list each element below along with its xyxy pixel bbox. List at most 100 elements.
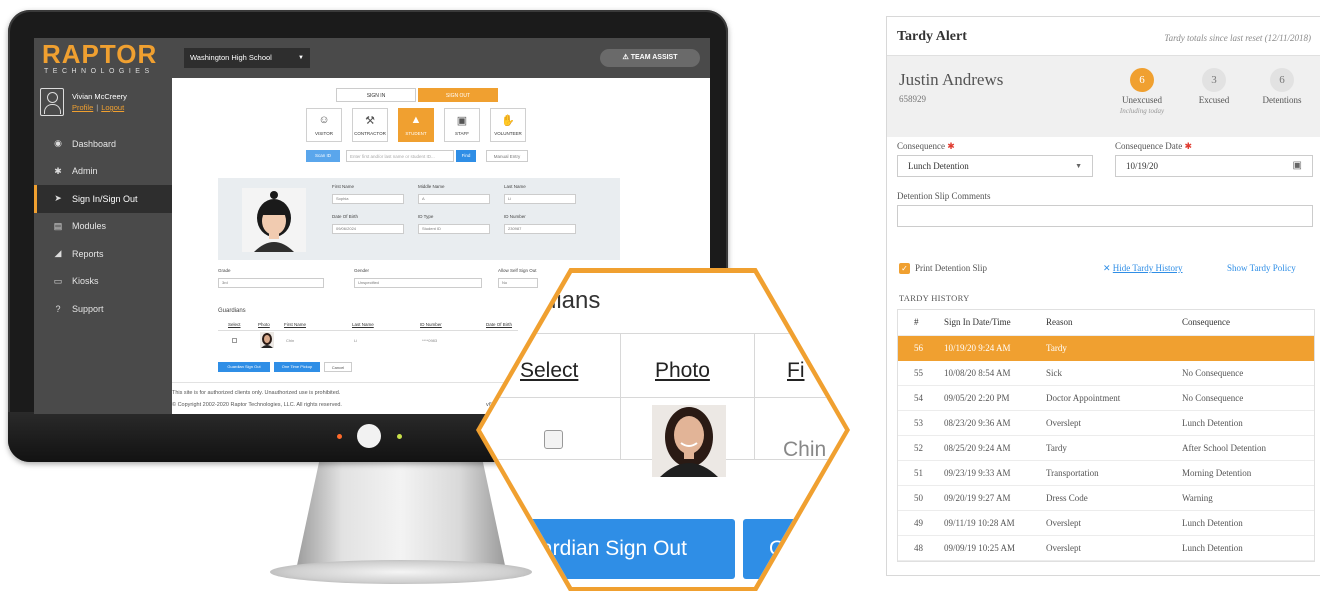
hand-icon: ✋ bbox=[501, 115, 515, 127]
contractor-type-button[interactable]: ⚒ CONTRACTOR bbox=[352, 108, 388, 142]
id-number-field[interactable]: 230987 bbox=[504, 224, 576, 234]
cell-consequence: No Consequence bbox=[1182, 368, 1244, 378]
scan-id-button[interactable]: Scan ID bbox=[306, 150, 340, 162]
cell-consequence: No Consequence bbox=[1182, 393, 1244, 403]
print-slip-checkbox[interactable]: ✓ bbox=[899, 263, 910, 274]
show-policy-link[interactable]: Show Tardy Policy bbox=[1227, 263, 1296, 273]
hide-history-link[interactable]: ✕ Hide Tardy History bbox=[1103, 263, 1183, 274]
sidebar-item-sign-in-sign-out[interactable]: ➤ Sign In/Sign Out bbox=[34, 185, 172, 213]
sidebar-item-support[interactable]: ? Support bbox=[34, 295, 172, 323]
zoom-one-time-pickup-button[interactable]: O bbox=[743, 519, 833, 579]
guardian-col-select[interactable]: Select bbox=[228, 322, 241, 327]
cell-number: 48 bbox=[914, 543, 923, 553]
id-type-field[interactable]: Student ID bbox=[418, 224, 490, 234]
grade-field[interactable]: 3rd bbox=[218, 278, 324, 288]
middle-name-label: Middle Name bbox=[418, 184, 445, 189]
comments-input[interactable] bbox=[897, 205, 1313, 227]
gender-select[interactable]: Unspecified bbox=[354, 278, 482, 288]
profile-link[interactable]: Profile bbox=[72, 103, 93, 112]
consequence-select[interactable]: Lunch Detention ▼ bbox=[897, 155, 1093, 177]
middle-name-field[interactable]: A bbox=[418, 194, 490, 204]
status-led-green bbox=[397, 434, 402, 439]
last-name-field[interactable]: Li bbox=[504, 194, 576, 204]
team-assist-button[interactable]: ⚠ TEAM ASSIST bbox=[600, 49, 700, 67]
chevron-down-icon: ▼ bbox=[1075, 162, 1082, 170]
guardian-col-first-name[interactable]: First Name bbox=[284, 322, 306, 327]
col-number: # bbox=[914, 317, 919, 327]
stat-unexcused-label: Unexcused bbox=[1122, 95, 1162, 105]
cell-number: 54 bbox=[914, 393, 923, 403]
guardian-col-last-name[interactable]: Last Name bbox=[352, 322, 374, 327]
table-row[interactable]: 54 09/05/20 2:20 PM Doctor Appointment No C… bbox=[898, 386, 1314, 411]
manual-entry-button[interactable]: Manual Entry bbox=[486, 150, 528, 162]
stat-detentions: 6 Detentions bbox=[1247, 68, 1317, 105]
cell-sign-in-time: 10/08/20 8:54 AM bbox=[944, 368, 1011, 378]
first-name-field[interactable]: Sophia bbox=[332, 194, 404, 204]
stat-unexcused-count: 6 bbox=[1130, 68, 1154, 92]
zoom-col-select[interactable]: Select bbox=[520, 359, 578, 383]
zoom-table-col-divider bbox=[754, 333, 755, 459]
required-icon: ✱ bbox=[947, 141, 955, 151]
briefcase-icon: ▣ bbox=[456, 115, 468, 127]
student-name: Justin Andrews bbox=[899, 70, 1004, 89]
zoom-col-photo[interactable]: Photo bbox=[655, 359, 710, 383]
table-row[interactable]: 53 08/23/20 9:36 AM Overslept Lunch Detenti… bbox=[898, 411, 1314, 436]
grade-label: Grade bbox=[218, 268, 231, 273]
type-label: CONTRACTOR bbox=[354, 131, 386, 136]
zoom-hexagon: dians Select Photo Fi Chin ardian Sign O… bbox=[476, 268, 850, 591]
date-label-text: Consequence Date bbox=[1115, 141, 1183, 151]
cell-sign-in-time: 09/05/20 2:20 PM bbox=[944, 393, 1010, 403]
zoom-select-checkbox[interactable] bbox=[544, 430, 563, 449]
zoom-guardian-first-name: Chin bbox=[783, 438, 827, 461]
sidebar-item-kiosks[interactable]: ▭ Kiosks bbox=[34, 268, 172, 296]
gender-label: Gender bbox=[354, 268, 370, 273]
zoom-col-first-name[interactable]: Fi bbox=[787, 359, 805, 383]
sidebar-item-label: Sign In/Sign Out bbox=[72, 193, 138, 204]
cell-reason: Tardy bbox=[1046, 343, 1067, 353]
print-slip-label: Print Detention Slip bbox=[915, 263, 987, 273]
history-label: TARDY HISTORY bbox=[899, 293, 970, 303]
visitor-type-button[interactable]: ☺ VISITOR bbox=[306, 108, 342, 142]
guardian-col-id-number[interactable]: ID Number bbox=[420, 322, 442, 327]
guardian-col-photo[interactable]: Photo bbox=[258, 322, 270, 327]
cell-sign-in-time: 08/23/20 9:36 AM bbox=[944, 418, 1011, 428]
type-label: VISITOR bbox=[315, 131, 333, 136]
cell-reason: Sick bbox=[1046, 368, 1063, 378]
cell-number: 53 bbox=[914, 418, 923, 428]
table-row[interactable]: 52 08/25/20 9:24 AM Tardy After School Dete… bbox=[898, 436, 1314, 461]
sidebar-item-admin[interactable]: ✱ Admin bbox=[34, 158, 172, 186]
table-row[interactable]: 48 09/09/19 10:25 AM Overslept Lunch Detent… bbox=[898, 536, 1314, 561]
table-row[interactable]: 49 09/11/19 10:28 AM Overslept Lunch Detent… bbox=[898, 511, 1314, 536]
chevron-down-icon: ▼ bbox=[298, 55, 304, 61]
close-icon: ✕ bbox=[1103, 263, 1113, 273]
table-row[interactable]: 50 09/20/19 9:27 AM Dress Code Warning bbox=[898, 486, 1314, 511]
student-type-button[interactable]: ▲ STUDENT bbox=[398, 108, 434, 142]
cancel-button[interactable]: Cancel bbox=[324, 362, 352, 372]
stat-excused-label: Excused bbox=[1198, 95, 1230, 105]
panel-subtitle: Tardy totals since last reset (12/11/201… bbox=[1164, 33, 1311, 43]
cell-number: 56 bbox=[914, 343, 923, 353]
sidebar-item-modules[interactable]: ▤ Modules bbox=[34, 213, 172, 241]
consequence-date-input[interactable]: 10/19/20 ▣ bbox=[1115, 155, 1313, 177]
bell-icon: ⚠ bbox=[622, 54, 631, 61]
sidebar-item-dashboard[interactable]: ◉ Dashboard bbox=[34, 130, 172, 158]
logout-link[interactable]: Logout bbox=[101, 103, 124, 112]
graduation-cap-icon: ▲ bbox=[410, 114, 422, 126]
stat-unexcused: 6 Unexcused Including today bbox=[1107, 68, 1177, 115]
sidebar-item-reports[interactable]: ◢ Reports bbox=[34, 240, 172, 268]
find-button[interactable]: Find bbox=[456, 150, 476, 162]
zoom-guardian-sign-out-button[interactable]: ardian Sign Out bbox=[521, 519, 735, 579]
guardian-select-checkbox[interactable] bbox=[232, 338, 237, 343]
volunteer-type-button[interactable]: ✋ VOLUNTEER bbox=[490, 108, 526, 142]
sign-out-toggle[interactable]: SIGN OUT bbox=[418, 88, 498, 102]
sign-in-toggle[interactable]: SIGN IN bbox=[336, 88, 416, 102]
staff-type-button[interactable]: ▣ STAFF bbox=[444, 108, 480, 142]
table-row[interactable]: 55 10/08/20 8:54 AM Sick No Consequence bbox=[898, 361, 1314, 386]
dob-field[interactable]: 09/06/2024 bbox=[332, 224, 404, 234]
student-search-input[interactable]: Enter first and/or last name or student … bbox=[346, 150, 454, 162]
one-time-pickup-button[interactable]: One Time Pickup bbox=[274, 362, 320, 372]
table-row[interactable]: 51 09/23/19 9:33 AM Transportation Morning … bbox=[898, 461, 1314, 486]
guardian-sign-out-button[interactable]: Guardian Sign Out bbox=[218, 362, 270, 372]
table-row[interactable]: 56 10/19/20 9:24 AM Tardy bbox=[898, 336, 1314, 361]
school-select[interactable]: Washington High School ▼ bbox=[184, 48, 310, 68]
